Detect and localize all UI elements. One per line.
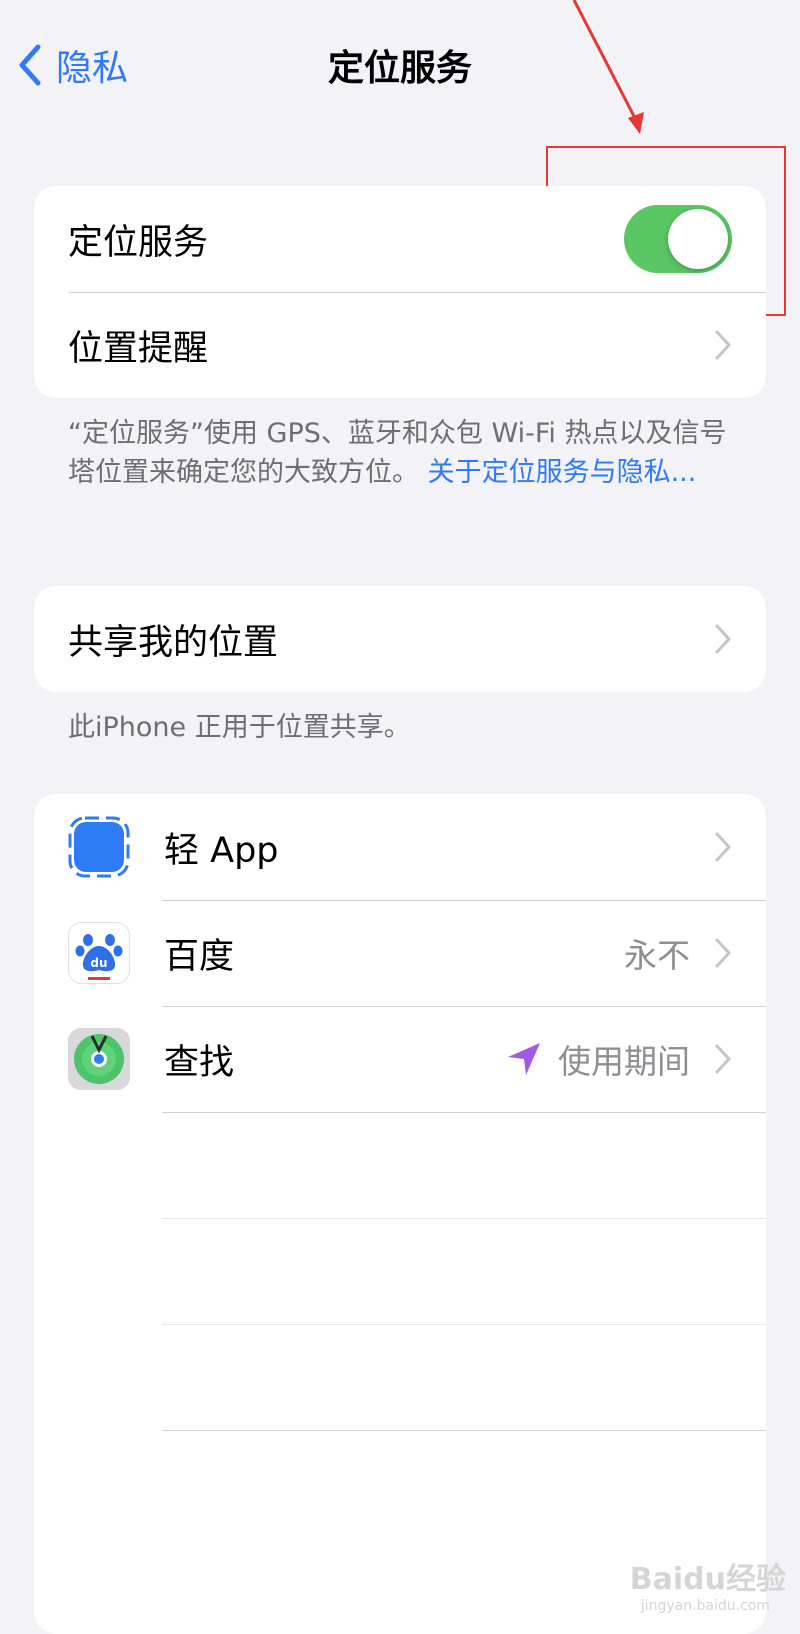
divider [162, 1218, 766, 1219]
app-row-app-clips[interactable]: 轻 App [34, 794, 766, 900]
app-name: 查找 [164, 1042, 235, 1083]
watermark-logo: Baidu经验 [629, 1562, 786, 1597]
apps-card: 轻 App du 百度 永不 查找 使用期间 [34, 794, 766, 1634]
share-location-footer: 此iPhone 正用于位置共享。 [68, 712, 411, 743]
privacy-link[interactable]: 关于定位服务与隐私... [428, 457, 697, 488]
chevron-right-icon [715, 330, 731, 360]
app-name: 轻 App [164, 830, 279, 871]
app-permission-value: 使用期间 [558, 1042, 690, 1081]
location-alerts-row[interactable]: 位置提醒 [34, 292, 766, 398]
baidu-icon: du [68, 922, 130, 984]
app-name: 百度 [164, 936, 235, 977]
share-location-card: 共享我的位置 [34, 586, 766, 692]
watermark-url: jingyan.baidu.com [640, 1598, 770, 1614]
app-row-find-my[interactable]: 查找 使用期间 [34, 1006, 766, 1112]
app-permission-value: 永不 [624, 936, 690, 975]
app-permission-value-container: 使用期间 [506, 1035, 690, 1083]
share-my-location-label: 共享我的位置 [68, 622, 279, 663]
svg-text:du: du [90, 956, 107, 970]
chevron-right-icon [715, 624, 731, 654]
divider [162, 1430, 766, 1431]
chevron-right-icon [715, 1044, 731, 1074]
toggle-knob [668, 209, 728, 269]
share-my-location-row[interactable]: 共享我的位置 [34, 586, 766, 692]
chevron-right-icon [715, 832, 731, 862]
location-services-row: 定位服务 [34, 186, 766, 292]
app-row-baidu[interactable]: du 百度 永不 [34, 900, 766, 1006]
page-title: 定位服务 [327, 48, 472, 89]
find-my-icon [68, 1028, 130, 1090]
chevron-right-icon [715, 938, 731, 968]
divider [162, 1112, 766, 1113]
location-services-toggle[interactable] [624, 205, 732, 273]
location-arrow-icon [508, 1043, 540, 1075]
location-services-label: 定位服务 [68, 222, 209, 263]
location-services-description: “定位服务”使用 GPS、蓝牙和众包 Wi-Fi 热点以及信号塔位置来确定您的大… [68, 414, 728, 492]
app-clip-icon [68, 816, 130, 878]
location-settings-card: 定位服务 位置提醒 [34, 186, 766, 398]
location-alerts-label: 位置提醒 [68, 328, 209, 369]
divider [162, 1324, 766, 1325]
